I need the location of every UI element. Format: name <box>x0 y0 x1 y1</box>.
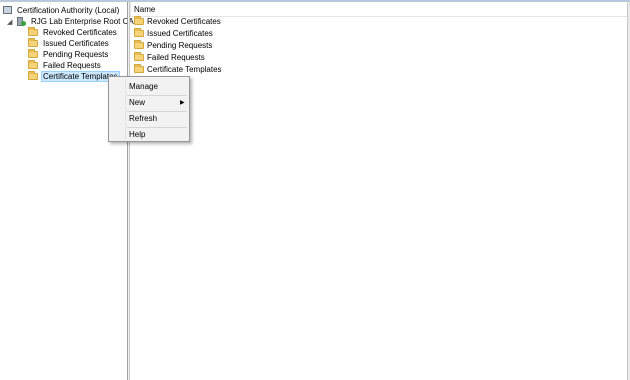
folder-icon <box>28 71 38 81</box>
folder-icon <box>134 40 144 50</box>
list-item-label: Issued Certificates <box>147 29 213 38</box>
list-item[interactable]: Pending Requests <box>134 40 212 51</box>
results-list[interactable]: Name Revoked Certificates Issued Certifi… <box>130 2 627 380</box>
folder-icon <box>134 28 144 38</box>
list-item[interactable]: Issued Certificates <box>134 28 213 39</box>
tree-item-root[interactable]: Certification Authority (Local) <box>3 5 121 16</box>
folder-icon <box>28 49 38 59</box>
tree-item-certificate-templates[interactable]: Certificate Templates <box>28 71 120 82</box>
menu-separator <box>127 95 187 96</box>
tree-item-label: Revoked Certificates <box>43 28 117 37</box>
folder-icon <box>134 16 144 26</box>
column-header-name[interactable]: Name <box>134 4 155 15</box>
folder-icon <box>134 52 144 62</box>
tree-item-ca[interactable]: RJG Lab Enterprise Root CA <box>17 16 136 27</box>
tree-item-pending-requests[interactable]: Pending Requests <box>28 49 110 60</box>
menu-item-refresh[interactable]: Refresh <box>129 113 157 125</box>
menu-icon-gutter <box>125 79 126 139</box>
console-icon <box>3 6 12 15</box>
list-item[interactable]: Certificate Templates <box>134 64 222 75</box>
folder-icon <box>134 64 144 74</box>
certificate-authority-icon <box>17 17 26 27</box>
folder-icon <box>28 38 38 48</box>
tree-item-label: Pending Requests <box>43 50 109 59</box>
tree-item-label: RJG Lab Enterprise Root CA <box>31 17 134 26</box>
list-item-label: Revoked Certificates <box>147 17 221 26</box>
list-item-label: Failed Requests <box>147 53 205 62</box>
console-tree[interactable]: Certification Authority (Local) ◢ RJG La… <box>0 2 134 380</box>
tree-item-label: Failed Requests <box>43 61 101 70</box>
list-item-label: Pending Requests <box>147 41 213 50</box>
menu-separator <box>127 111 187 112</box>
submenu-arrow-icon: ▶ <box>180 100 185 106</box>
tree-item-label: Certification Authority (Local) <box>17 6 120 15</box>
menu-item-help[interactable]: Help <box>129 129 145 141</box>
context-menu: Manage New ▶ Refresh Help <box>108 76 190 142</box>
column-divider <box>130 2 131 16</box>
folder-icon <box>28 60 38 70</box>
menu-separator <box>127 127 187 128</box>
tree-item-label: Issued Certificates <box>43 39 109 48</box>
list-item[interactable]: Failed Requests <box>134 52 205 63</box>
list-item-label: Certificate Templates <box>147 65 222 74</box>
tree-item-issued-certificates[interactable]: Issued Certificates <box>28 38 111 49</box>
tree-item-failed-requests[interactable]: Failed Requests <box>28 60 103 71</box>
folder-icon <box>28 27 38 37</box>
menu-item-manage[interactable]: Manage <box>129 81 158 93</box>
list-header: Name <box>130 2 627 17</box>
list-item[interactable]: Revoked Certificates <box>134 16 221 27</box>
menu-item-new[interactable]: New <box>129 97 145 109</box>
collapse-icon[interactable]: ◢ <box>7 18 12 26</box>
tree-item-revoked-certificates[interactable]: Revoked Certificates <box>28 27 119 38</box>
